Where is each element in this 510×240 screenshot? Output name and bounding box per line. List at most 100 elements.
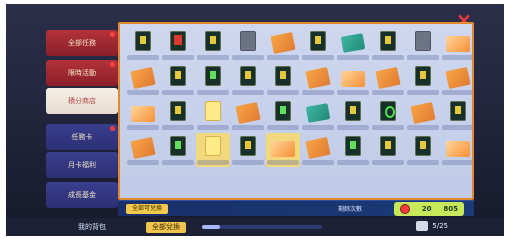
reward-slot[interactable] [126, 28, 160, 62]
remaining-label: 剩餘次數 [338, 206, 363, 213]
reward-slot[interactable] [371, 63, 405, 97]
reward-slot[interactable] [266, 133, 300, 167]
reward-slot[interactable] [301, 63, 335, 97]
reward-slot[interactable] [301, 98, 335, 132]
sidebar-item[interactable]: 限時活動 [46, 60, 118, 86]
reward-slot[interactable] [441, 28, 472, 62]
exchangeable-badge[interactable]: 全部可兌換 [126, 204, 169, 214]
reward-item-icon [445, 66, 471, 90]
reward-slot[interactable] [441, 63, 472, 97]
reward-slot[interactable] [161, 98, 195, 132]
reward-caption-bar [197, 90, 229, 95]
reward-caption-bar [337, 125, 369, 130]
reward-slot[interactable] [301, 28, 335, 62]
reward-slot[interactable] [126, 63, 160, 97]
reward-caption-bar [337, 55, 369, 60]
reward-slot[interactable] [441, 98, 472, 132]
reward-item-icon [305, 103, 331, 123]
reward-slot[interactable] [161, 133, 195, 167]
reward-item-icon [341, 71, 365, 87]
reward-caption-bar [442, 160, 472, 165]
bag-label[interactable]: 我的背包 [78, 222, 106, 233]
reward-item-icon [345, 136, 361, 156]
reward-slot[interactable] [196, 28, 230, 62]
sidebar-item[interactable]: 任務卡 [46, 124, 118, 150]
progress-track [202, 225, 322, 229]
reward-caption-bar [442, 125, 472, 130]
reward-caption-bar [197, 160, 229, 165]
reward-slot[interactable] [161, 63, 195, 97]
reward-slot[interactable] [231, 63, 265, 97]
reward-item-icon [240, 136, 256, 156]
currency-pill[interactable]: 20 805 [394, 202, 464, 216]
reward-item-icon [380, 101, 396, 121]
sidebar-item[interactable]: 積分商店 [46, 88, 118, 114]
reward-item-icon [310, 31, 326, 51]
reward-slot[interactable] [196, 63, 230, 97]
reward-slot[interactable] [196, 98, 230, 132]
reward-item-icon [275, 66, 291, 86]
sidebar: 全部任務限時活動積分商店任務卡月卡福利成長基金 [46, 30, 118, 230]
reward-caption-bar [127, 125, 159, 130]
reward-caption-bar [407, 90, 439, 95]
sidebar-item[interactable]: 全部任務 [46, 30, 118, 56]
reward-slot[interactable] [266, 63, 300, 97]
reward-slot[interactable] [231, 28, 265, 62]
reward-item-icon [275, 101, 291, 121]
reward-caption-bar [442, 90, 472, 95]
reward-caption-bar [302, 125, 334, 130]
sidebar-item[interactable]: 成長基金 [46, 182, 118, 208]
reward-item-icon [305, 136, 331, 160]
reward-slot[interactable] [301, 133, 335, 167]
reward-slot[interactable] [196, 133, 230, 167]
reward-slot[interactable] [266, 98, 300, 132]
reward-item-icon [345, 101, 361, 121]
reward-slot[interactable] [126, 133, 160, 167]
reward-slot[interactable] [406, 98, 440, 132]
reward-slot[interactable] [406, 28, 440, 62]
reward-slot[interactable] [371, 133, 405, 167]
reward-caption-bar [232, 90, 264, 95]
sidebar-item-label: 任務卡 [71, 133, 93, 141]
reward-caption-bar [267, 160, 299, 165]
reward-slot[interactable] [266, 28, 300, 62]
reward-caption-bar [337, 160, 369, 165]
reward-caption-bar [372, 160, 404, 165]
reward-slot[interactable] [441, 133, 472, 167]
inventory-count-text: 5/25 [432, 222, 448, 230]
reward-slot[interactable] [371, 28, 405, 62]
reward-caption-bar [267, 90, 299, 95]
reward-caption-bar [372, 55, 404, 60]
reward-slot[interactable] [231, 133, 265, 167]
reward-slot[interactable] [336, 28, 370, 62]
sidebar-item[interactable]: 月卡福利 [46, 152, 118, 178]
reward-item-icon [270, 31, 296, 55]
reward-item-icon [235, 101, 261, 125]
bag-icon [416, 221, 429, 231]
reward-caption-bar [162, 160, 194, 165]
reward-caption-bar [302, 160, 334, 165]
sidebar-item-label: 月卡福利 [68, 161, 96, 169]
reward-slot[interactable] [126, 98, 160, 132]
reward-caption-bar [162, 55, 194, 60]
reward-caption-bar [267, 55, 299, 60]
reward-slot[interactable] [336, 98, 370, 132]
reward-item-icon [446, 141, 470, 157]
reward-slot[interactable] [406, 133, 440, 167]
reward-caption-bar [197, 125, 229, 130]
reward-caption-bar [127, 90, 159, 95]
sidebar-item-label: 積分商店 [68, 97, 96, 105]
reward-caption-bar [372, 125, 404, 130]
reward-slot[interactable] [371, 98, 405, 132]
reward-slot[interactable] [161, 28, 195, 62]
reward-slot[interactable] [406, 63, 440, 97]
exchange-all-button[interactable]: 全部兌換 [146, 222, 186, 233]
game-ui-screen: × 全部任務 限時活動 積分商店 任務卡 月卡福利 成長基金 全部可兌換 剩餘次數 20 … [6, 4, 504, 236]
reward-slot[interactable] [231, 98, 265, 132]
reward-item-icon [415, 31, 431, 51]
reward-slot[interactable] [336, 63, 370, 97]
reward-item-icon [205, 136, 221, 156]
reward-slot[interactable] [336, 133, 370, 167]
inventory-count: 5/25 [416, 221, 448, 231]
reward-item-icon [305, 66, 331, 90]
